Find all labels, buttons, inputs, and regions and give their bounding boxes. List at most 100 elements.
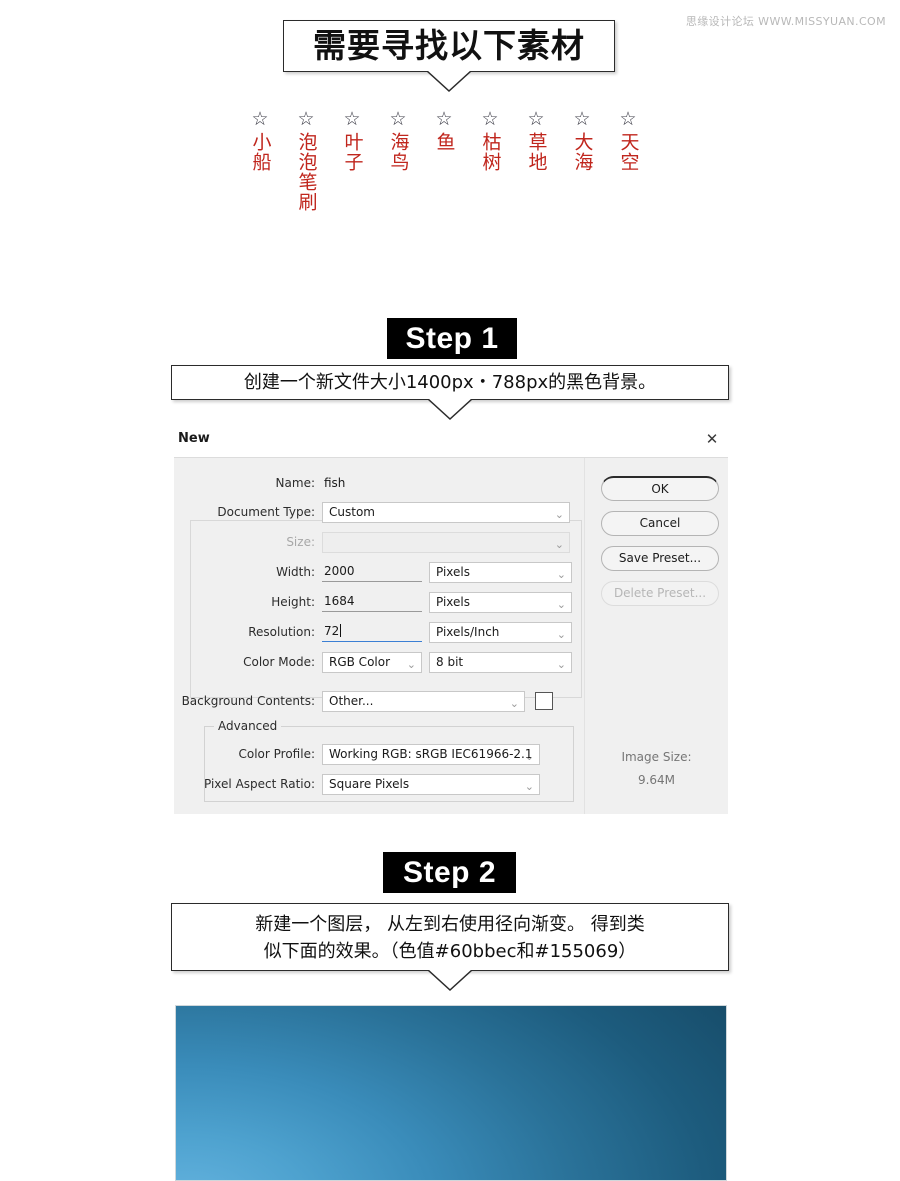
width-unit-select[interactable]: Pixels ⌄ xyxy=(429,561,572,583)
resolution-unit-select[interactable]: Pixels/Inch ⌄ xyxy=(429,621,572,643)
list-item: ☆ 海鸟 xyxy=(384,108,412,172)
asset-label: 泡泡笔刷 xyxy=(295,132,318,212)
document-type-value: Custom xyxy=(329,504,375,519)
chevron-down-icon: ⌄ xyxy=(556,627,566,641)
pixel-aspect-ratio-select[interactable]: Square Pixels ⌄ xyxy=(322,773,540,795)
star-icon: ☆ xyxy=(573,108,591,130)
asset-label: 大海 xyxy=(571,132,594,172)
color-profile-select[interactable]: Working RGB: sRGB IEC61966-2.1 ⌄ xyxy=(322,743,540,765)
save-preset-button[interactable]: Save Preset... xyxy=(601,546,719,571)
asset-label: 天空 xyxy=(617,132,640,172)
list-item: ☆ 鱼 xyxy=(430,108,458,152)
chevron-down-icon: ⌄ xyxy=(406,657,416,671)
color-mode-row: Color Mode: RGB Color ⌄ 8 bit ⌄ xyxy=(174,651,584,673)
step-2-label: Step 2 xyxy=(383,852,516,893)
chevron-down-icon: ⌄ xyxy=(554,537,564,551)
color-mode-select[interactable]: RGB Color ⌄ xyxy=(322,651,422,673)
resolution-row: Resolution: 72 Pixels/Inch ⌄ xyxy=(174,621,584,643)
site-watermark: 思缘设计论坛 WWW.MISSYUAN.COM xyxy=(685,15,886,28)
cancel-button[interactable]: Cancel xyxy=(601,511,719,536)
star-icon: ☆ xyxy=(251,108,269,130)
close-icon[interactable]: ✕ xyxy=(702,429,722,449)
asset-label: 小船 xyxy=(249,132,272,172)
advanced-group-label: Advanced xyxy=(214,719,282,733)
ok-button[interactable]: OK xyxy=(601,476,719,501)
star-icon: ☆ xyxy=(343,108,361,130)
background-contents-row: Background Contents: Other... ⌄ xyxy=(174,690,584,712)
color-mode-label: Color Mode: xyxy=(243,655,315,669)
chevron-down-icon: ⌄ xyxy=(556,597,566,611)
resolution-label: Resolution: xyxy=(248,625,315,639)
height-unit-select[interactable]: Pixels ⌄ xyxy=(429,591,572,613)
name-label: Name: xyxy=(275,476,315,490)
chevron-down-icon: ⌄ xyxy=(556,567,566,581)
background-contents-value: Other... xyxy=(329,693,374,708)
chevron-down-icon: ⌄ xyxy=(556,657,566,671)
height-label: Height: xyxy=(271,595,315,609)
asset-label: 海鸟 xyxy=(387,132,410,172)
list-item: ☆ 小船 xyxy=(246,108,274,172)
step-1-label: Step 1 xyxy=(387,318,517,359)
width-label: Width: xyxy=(276,565,315,579)
width-unit-value: Pixels xyxy=(436,564,471,579)
star-icon: ☆ xyxy=(527,108,545,130)
image-size-value: 9.64M xyxy=(637,773,676,787)
star-icon: ☆ xyxy=(481,108,499,130)
list-item: ☆ 枯树 xyxy=(476,108,504,172)
bit-depth-value: 8 bit xyxy=(436,654,464,669)
list-item: ☆ 草地 xyxy=(522,108,550,172)
star-icon: ☆ xyxy=(435,108,453,130)
list-item: ☆ 天空 xyxy=(614,108,642,172)
height-input[interactable] xyxy=(322,592,422,612)
chevron-down-icon: ⌄ xyxy=(509,696,519,710)
size-row: Size: ⌄ xyxy=(174,531,584,553)
delete-preset-button: Delete Preset... xyxy=(601,581,719,606)
step-2-caption-line-2: 似下面的效果。（色值#60bbec和#155069） xyxy=(263,941,637,962)
image-size-label: Image Size: xyxy=(621,750,692,764)
resolution-value: 72 xyxy=(324,623,340,638)
document-type-select[interactable]: Custom ⌄ xyxy=(322,501,570,523)
color-mode-value: RGB Color xyxy=(329,654,391,669)
star-icon: ☆ xyxy=(619,108,637,130)
size-label: Size: xyxy=(286,535,315,549)
step-1-caption-arrow-icon xyxy=(427,399,473,421)
resolution-unit-value: Pixels/Inch xyxy=(436,624,500,639)
color-profile-row: Color Profile: Working RGB: sRGB IEC6196… xyxy=(174,743,584,765)
list-item: ☆ 泡泡笔刷 xyxy=(292,108,320,212)
width-row: Width: Pixels ⌄ xyxy=(174,561,584,583)
document-type-label: Document Type: xyxy=(217,505,315,519)
color-profile-value: Working RGB: sRGB IEC61966-2.1 xyxy=(329,746,533,761)
asset-label: 草地 xyxy=(525,132,548,172)
width-input[interactable] xyxy=(322,562,422,582)
dialog-button-panel: OK Cancel Save Preset... Delete Preset..… xyxy=(584,458,728,814)
resolution-input[interactable]: 72 xyxy=(322,623,422,642)
pixel-aspect-ratio-row: Pixel Aspect Ratio: Square Pixels ⌄ xyxy=(174,773,584,795)
step-2-caption-line-1: 新建一个图层， 从左到右使用径向渐变。 得到类 xyxy=(255,914,645,935)
height-unit-value: Pixels xyxy=(436,594,471,609)
asset-label: 叶子 xyxy=(341,132,364,172)
name-row: Name: xyxy=(174,472,584,494)
dialog-form-panel: Name: Document Type: Custom ⌄ Size: ⌄ xyxy=(174,458,584,814)
pixel-aspect-ratio-label: Pixel Aspect Ratio: xyxy=(204,777,315,791)
step-2-caption: 新建一个图层， 从左到右使用径向渐变。 得到类 似下面的效果。（色值#60bbe… xyxy=(171,903,729,971)
name-input[interactable] xyxy=(322,473,562,493)
chevron-down-icon: ⌄ xyxy=(554,507,564,521)
background-contents-label: Background Contents: xyxy=(181,694,315,708)
height-row: Height: Pixels ⌄ xyxy=(174,591,584,613)
pixel-aspect-ratio-value: Square Pixels xyxy=(329,776,410,791)
bit-depth-select[interactable]: 8 bit ⌄ xyxy=(429,651,572,673)
asset-label: 鱼 xyxy=(433,132,456,152)
background-color-swatch[interactable] xyxy=(535,692,553,710)
background-contents-select[interactable]: Other... ⌄ xyxy=(322,690,525,712)
dialog-body: Name: Document Type: Custom ⌄ Size: ⌄ xyxy=(174,457,728,814)
gradient-result-preview xyxy=(175,1005,727,1181)
dialog-title: New xyxy=(178,431,210,446)
step-1-caption: 创建一个新文件大小1400px・788px的黑色背景。 xyxy=(171,365,729,400)
step-1-caption-text: 创建一个新文件大小1400px・788px的黑色背景。 xyxy=(243,372,657,393)
step-2-caption-arrow-icon xyxy=(427,970,473,992)
asset-list: ☆ 小船 ☆ 泡泡笔刷 ☆ 叶子 ☆ 海鸟 ☆ 鱼 ☆ 枯树 ☆ 草地 ☆ 大海… xyxy=(246,108,656,212)
text-caret xyxy=(340,623,342,637)
asset-label: 枯树 xyxy=(479,132,502,172)
star-icon: ☆ xyxy=(297,108,315,130)
size-select[interactable]: ⌄ xyxy=(322,531,570,553)
